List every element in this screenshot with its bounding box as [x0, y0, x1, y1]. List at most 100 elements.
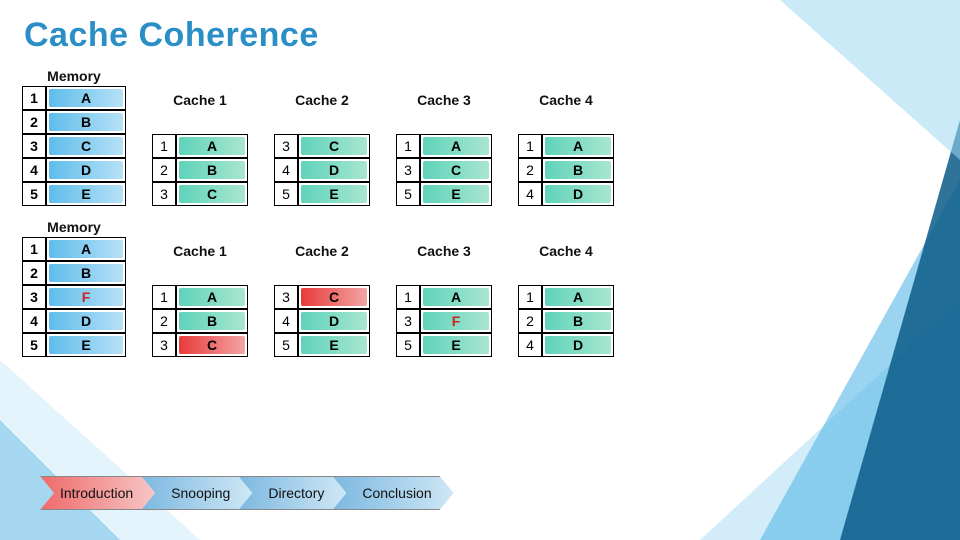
table-row: 4D	[22, 158, 126, 182]
table-row: 5E	[22, 333, 126, 357]
cache-table: Cache 11A2B3C	[152, 67, 248, 206]
row-value: A	[542, 285, 614, 309]
table-row: 5E	[396, 182, 492, 206]
row-index: 1	[22, 237, 46, 261]
table-row: 1A	[518, 134, 614, 158]
row-index: 1	[152, 134, 176, 158]
row-value: D	[542, 182, 614, 206]
table-row: 5E	[396, 333, 492, 357]
row-value: C	[298, 285, 370, 309]
row-index: 5	[22, 333, 46, 357]
row-value: C	[176, 182, 248, 206]
row-index: 5	[274, 333, 298, 357]
table-row: 3F	[396, 309, 492, 333]
memory-table: Memory1A2B3C4D5E	[22, 67, 126, 206]
row-value: A	[542, 134, 614, 158]
row-value: B	[176, 158, 248, 182]
row-index: 4	[518, 182, 542, 206]
table-header: Cache 3	[396, 218, 492, 285]
row-value: B	[542, 158, 614, 182]
cache-table: Cache 31A3C5E	[396, 67, 492, 206]
nav-step[interactable]: Introduction	[40, 476, 155, 510]
row-value: A	[420, 285, 492, 309]
row-index: 2	[152, 309, 176, 333]
row-value: E	[46, 333, 126, 357]
row-value: B	[542, 309, 614, 333]
page-title: Cache Coherence	[24, 16, 940, 55]
row-index: 2	[518, 158, 542, 182]
table-header: Cache 2	[274, 67, 370, 134]
row-index: 3	[274, 134, 298, 158]
row-index: 2	[152, 158, 176, 182]
row-index: 4	[274, 309, 298, 333]
table-row: 1A	[22, 86, 126, 110]
table-header: Memory	[22, 218, 126, 237]
row-value: D	[46, 309, 126, 333]
row-value: D	[46, 158, 126, 182]
table-row: 4D	[22, 309, 126, 333]
table-row: 3C	[152, 333, 248, 357]
table-row: 3C	[152, 182, 248, 206]
row-value: C	[176, 333, 248, 357]
row-value: A	[46, 237, 126, 261]
table-row: 2B	[152, 158, 248, 182]
row-value: E	[298, 333, 370, 357]
table-row: 4D	[274, 158, 370, 182]
table-row: 4D	[518, 333, 614, 357]
row-value: C	[420, 158, 492, 182]
row-index: 1	[22, 86, 46, 110]
row-value: B	[176, 309, 248, 333]
row-index: 1	[518, 285, 542, 309]
cache-table: Cache 11A2B3C	[152, 218, 248, 357]
nav-step[interactable]: Snooping	[141, 476, 252, 510]
cache-table: Cache 31A3F5E	[396, 218, 492, 357]
row-value: B	[46, 110, 126, 134]
table-row: 2B	[22, 110, 126, 134]
table-row: 1A	[396, 134, 492, 158]
bottom-tables-row: Memory1A2B3F4D5ECache 11A2B3CCache 23C4D…	[20, 218, 940, 357]
table-row: 2B	[22, 261, 126, 285]
table-row: 4D	[518, 182, 614, 206]
row-index: 3	[396, 158, 420, 182]
nav-step[interactable]: Directory	[238, 476, 346, 510]
row-value: D	[298, 309, 370, 333]
table-row: 3C	[396, 158, 492, 182]
nav-step[interactable]: Conclusion	[332, 476, 453, 510]
table-row: 1A	[396, 285, 492, 309]
row-value: E	[420, 182, 492, 206]
table-row: 2B	[518, 158, 614, 182]
row-index: 5	[396, 333, 420, 357]
breadcrumb-nav: IntroductionSnoopingDirectoryConclusion	[40, 476, 454, 510]
table-header: Cache 4	[518, 67, 614, 134]
row-index: 3	[396, 309, 420, 333]
memory-table: Memory1A2B3F4D5E	[22, 218, 126, 357]
table-header: Cache 3	[396, 67, 492, 134]
table-row: 5E	[22, 182, 126, 206]
row-index: 1	[152, 285, 176, 309]
row-value: E	[420, 333, 492, 357]
top-tables-row: Memory1A2B3C4D5ECache 11A2B3CCache 23C4D…	[20, 67, 940, 206]
table-row: 4D	[274, 309, 370, 333]
cache-table: Cache 23C4D5E	[274, 67, 370, 206]
cache-table: Cache 23C4D5E	[274, 218, 370, 357]
table-row: 3C	[274, 134, 370, 158]
table-row: 1A	[22, 237, 126, 261]
cache-table: Cache 41A2B4D	[518, 218, 614, 357]
row-index: 3	[152, 182, 176, 206]
row-index: 3	[274, 285, 298, 309]
cache-table: Cache 41A2B4D	[518, 67, 614, 206]
row-value: D	[298, 158, 370, 182]
row-index: 1	[396, 285, 420, 309]
row-value: F	[46, 285, 126, 309]
table-row: 3C	[22, 134, 126, 158]
row-value: A	[176, 134, 248, 158]
table-row: 1A	[152, 134, 248, 158]
row-index: 3	[22, 285, 46, 309]
row-value: C	[46, 134, 126, 158]
table-row: 1A	[152, 285, 248, 309]
table-header: Cache 1	[152, 67, 248, 134]
row-value: E	[298, 182, 370, 206]
row-value: B	[46, 261, 126, 285]
row-index: 5	[274, 182, 298, 206]
row-index: 4	[274, 158, 298, 182]
